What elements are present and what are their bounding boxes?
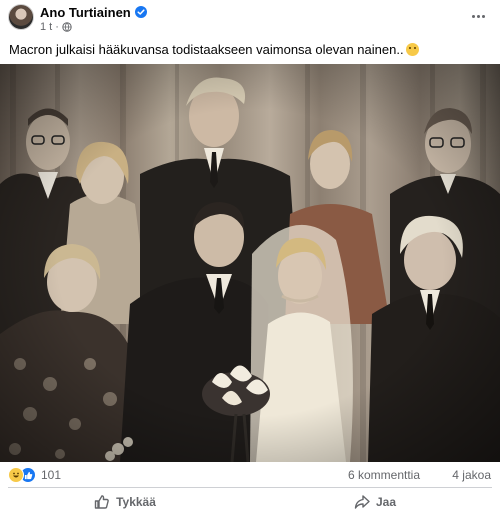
post-text: Macron julkaisi hääkuvansa todistaakseen… xyxy=(9,42,491,58)
post-photo[interactable] xyxy=(0,64,500,462)
author-name[interactable]: Ano Turtiainen xyxy=(40,5,131,20)
globe-icon xyxy=(62,22,72,32)
meta-separator: · xyxy=(55,21,59,33)
reactions-summary[interactable]: 101 xyxy=(8,467,61,483)
share-button[interactable]: Jaa xyxy=(250,488,500,516)
flushed-face-emoji xyxy=(405,43,419,56)
like-label: Tykkää xyxy=(116,495,156,509)
post-time[interactable]: 1 t xyxy=(40,21,52,33)
post-meta: 1 t · xyxy=(40,21,72,33)
post-header: Ano Turtiainen 1 t · xyxy=(0,0,500,40)
post-stats: 101 6 kommenttia 4 jakoa xyxy=(0,462,500,486)
author-row: Ano Turtiainen xyxy=(40,4,147,20)
comments-count-link[interactable]: 6 kommenttia xyxy=(348,468,420,482)
share-label: Jaa xyxy=(375,495,397,509)
post-text-body: Macron julkaisi hääkuvansa todistaakseen… xyxy=(9,42,404,57)
reaction-count: 101 xyxy=(41,468,62,482)
wedding-photo-illustration xyxy=(0,64,500,462)
shares-count-link[interactable]: 4 jakoa xyxy=(452,468,491,482)
thumbs-up-icon xyxy=(94,495,109,509)
haha-reaction-icon xyxy=(8,467,24,483)
verified-badge-icon xyxy=(134,6,147,18)
more-options-icon[interactable] xyxy=(466,6,490,26)
share-arrow-icon xyxy=(354,495,370,509)
post-actions: Tykkää Jaa xyxy=(0,488,500,516)
avatar[interactable] xyxy=(8,4,34,30)
like-button[interactable]: Tykkää xyxy=(0,488,250,516)
